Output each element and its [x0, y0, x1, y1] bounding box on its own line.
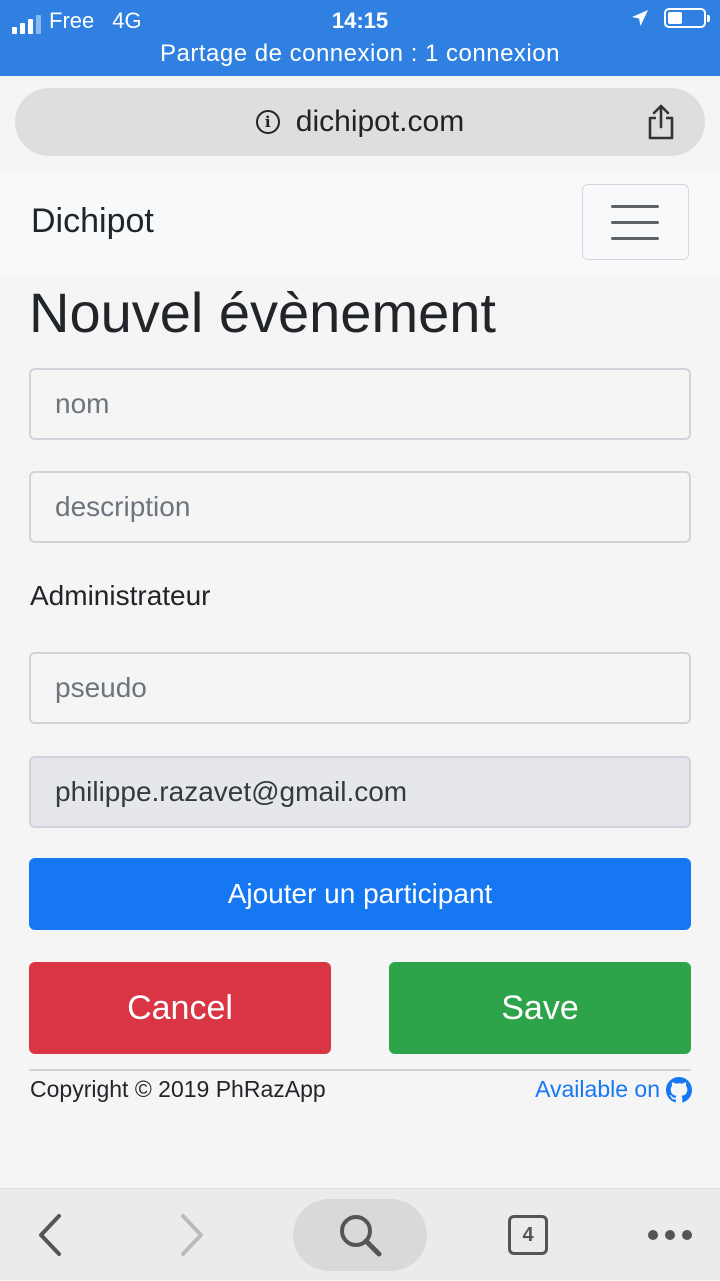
status-bar: Free 4G 14:15 Partage de connexion : 1 c… [0, 0, 720, 76]
copyright-text: Copyright © 2019 PhRazApp [30, 1076, 326, 1102]
page-title: Nouvel évènement [29, 281, 496, 344]
chevron-right-icon [181, 1214, 203, 1256]
admin-email-field [29, 756, 691, 828]
forward-button[interactable] [162, 1189, 222, 1281]
search-icon [340, 1215, 382, 1257]
add-participant-button[interactable]: Ajouter un participant [29, 858, 691, 930]
event-name-input[interactable] [29, 368, 691, 440]
browser-address-area: i dichipot.com [0, 76, 720, 170]
address-bar[interactable]: i dichipot.com [15, 88, 705, 156]
status-time: 14:15 [331, 8, 389, 33]
pseudo-input[interactable] [29, 652, 691, 724]
battery-icon [664, 8, 710, 28]
more-dots-icon [648, 1230, 692, 1240]
menu-toggle-button[interactable] [582, 184, 689, 260]
url-text[interactable]: dichipot.com [296, 105, 464, 139]
hotspot-banner[interactable]: Partage de connexion : 1 connexion [0, 40, 720, 68]
brand-link[interactable]: Dichipot [31, 202, 154, 241]
save-button[interactable]: Save [389, 962, 691, 1054]
github-link[interactable]: Available on [535, 1076, 692, 1103]
cancel-button[interactable]: Cancel [29, 962, 331, 1054]
tabs-button[interactable]: 4 [498, 1189, 558, 1281]
footer-divider [29, 1069, 691, 1071]
more-button[interactable] [638, 1189, 702, 1281]
available-label[interactable]: Available on [535, 1076, 660, 1103]
location-arrow-icon [632, 10, 648, 26]
hamburger-icon [611, 205, 659, 208]
back-button[interactable] [20, 1189, 80, 1281]
admin-label: Administrateur [30, 580, 211, 611]
info-icon[interactable]: i [255, 110, 280, 134]
site-navbar: Dichipot [0, 170, 720, 276]
search-button[interactable] [293, 1199, 427, 1271]
github-icon[interactable] [666, 1076, 692, 1103]
share-icon[interactable] [641, 102, 681, 142]
tabs-icon: 4 [508, 1215, 548, 1255]
chevron-left-icon [39, 1214, 61, 1256]
browser-toolbar: 4 [0, 1188, 720, 1280]
event-description-input[interactable] [29, 471, 691, 543]
